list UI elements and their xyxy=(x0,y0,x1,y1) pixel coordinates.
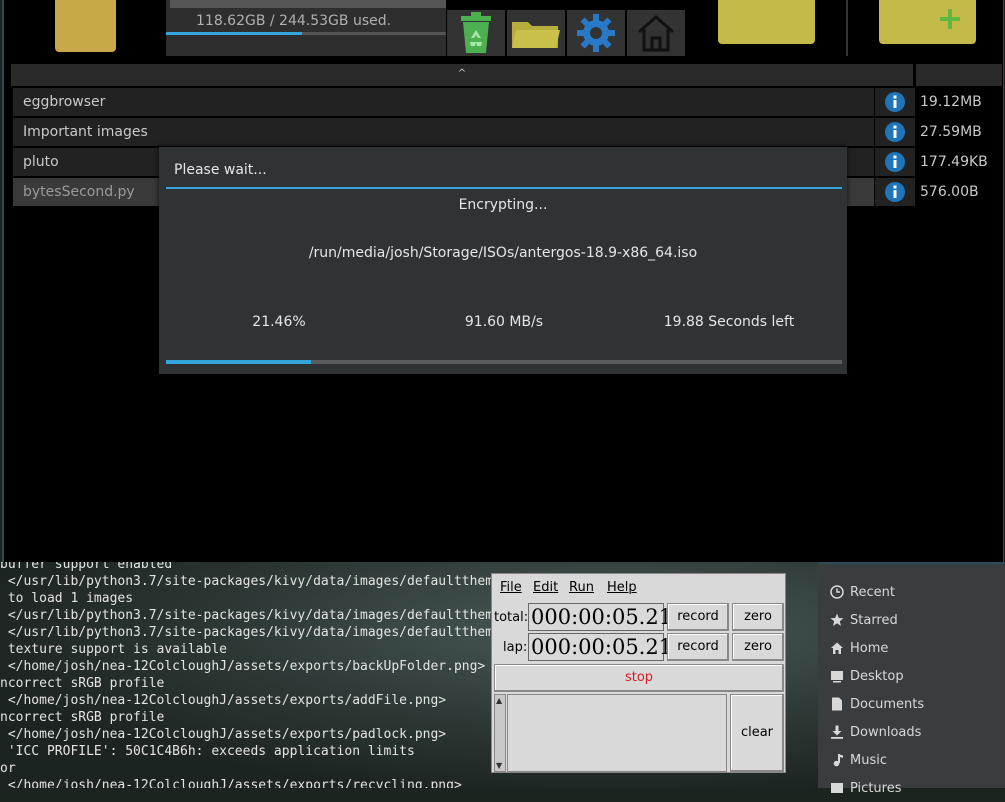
log-scrollbar[interactable]: ▲ ▼ xyxy=(494,694,506,772)
sidebar-item-label: Downloads xyxy=(850,724,922,740)
terminal-line: </usr/lib/python3.7/site-packages/kivy/d… xyxy=(0,608,501,623)
info-icon xyxy=(885,182,905,202)
star-icon xyxy=(830,613,844,626)
menu-run[interactable]: Run xyxy=(569,580,594,595)
terminal-line: </home/josh/nea-12ColcloughJ/assets/expo… xyxy=(0,659,486,674)
sidebar-item-documents[interactable]: Documents xyxy=(830,690,924,718)
sidebar-item-recent[interactable]: Recent xyxy=(830,578,895,606)
size-column-header[interactable] xyxy=(916,64,1002,86)
stopwatch-window: File Edit Run Help total: 000:00:05.213 … xyxy=(491,573,786,773)
sidebar-item-label: Home xyxy=(850,640,889,656)
file-manager-sidebar: Recent Starred Home Desktop Documents Do… xyxy=(818,562,1005,796)
info-icon xyxy=(885,122,905,142)
total-zero-button[interactable]: zero xyxy=(732,603,784,631)
terminal-line: 'ICC PROFILE': 50C1C4B6h: exceeds applic… xyxy=(0,744,415,759)
lap-label: lap: xyxy=(503,640,528,655)
desktop-icon xyxy=(831,671,843,683)
recycle-bin-icon xyxy=(461,12,491,53)
sidebar-item-starred[interactable]: Starred xyxy=(830,606,898,634)
time-remaining: 19.88 Seconds left xyxy=(663,314,795,330)
clock-icon xyxy=(830,585,844,599)
sidebar-item-downloads[interactable]: Downloads xyxy=(830,718,921,746)
terminal-line: to load 1 images xyxy=(0,591,134,606)
file-row[interactable]: Important images xyxy=(13,118,874,146)
dialog-title: Please wait... xyxy=(174,162,267,178)
file-size: 27.59MB xyxy=(920,124,982,140)
sidebar-item-label: Pictures xyxy=(850,780,902,796)
terminal-line: buffer support enabled xyxy=(0,562,173,572)
home-button[interactable] xyxy=(627,10,685,56)
menu-edit[interactable]: Edit xyxy=(533,580,558,595)
sidebar-item-label: Recent xyxy=(850,584,895,600)
sidebar-item-home[interactable]: Home xyxy=(830,634,888,662)
encryption-progress-dialog: Please wait... Encrypting... /run/media/… xyxy=(159,147,847,374)
name-column-header[interactable]: ^ xyxy=(11,64,913,86)
sidebar-item-label: Starred xyxy=(850,612,898,628)
transfer-speed: 91.60 MB/s xyxy=(464,314,544,330)
terminal-line: </usr/lib/python3.7/site-packages/kivy/d… xyxy=(0,625,501,640)
download-icon xyxy=(831,725,843,739)
dialog-status: Encrypting... xyxy=(458,197,548,213)
file-size: 19.12MB xyxy=(920,94,982,110)
sidebar-item-label: Desktop xyxy=(850,668,904,684)
info-icon xyxy=(885,92,905,112)
dialog-file-path: /run/media/josh/Storage/ISOs/antergos-18… xyxy=(308,245,698,261)
file-info-button[interactable] xyxy=(875,118,915,146)
gear-icon xyxy=(577,14,615,52)
dialog-title-separator xyxy=(166,187,842,189)
terminal-line: or xyxy=(0,761,16,776)
terminal-line: texture support is available xyxy=(0,642,227,657)
progress-bar-track xyxy=(166,360,842,364)
sidebar-item-label: Documents xyxy=(850,696,925,712)
plus-icon xyxy=(940,9,960,29)
encrypt-folder-button[interactable] xyxy=(718,0,815,44)
storage-bar-fill xyxy=(166,32,302,35)
add-file-button[interactable] xyxy=(879,0,976,44)
settings-button[interactable] xyxy=(567,10,625,56)
music-icon xyxy=(833,754,843,767)
home-icon xyxy=(638,14,674,52)
lap-time-display: 000:00:05.213 xyxy=(528,633,685,661)
storage-indicator: 118.62GB / 244.53GB used. xyxy=(166,0,446,56)
progress-bar-fill xyxy=(166,360,312,364)
file-info-button[interactable] xyxy=(875,178,915,206)
recycle-bin-button[interactable] xyxy=(447,10,505,56)
open-folder-button[interactable] xyxy=(507,10,565,56)
terminal-line: </home/josh/nea-12ColcloughJ/assets/expo… xyxy=(0,778,462,788)
stop-button[interactable]: stop xyxy=(494,664,784,692)
file-size: 576.00B xyxy=(920,184,979,200)
storage-bar-track xyxy=(166,32,446,35)
sidebar-item-desktop[interactable]: Desktop xyxy=(830,662,904,690)
back-up-folder-button[interactable] xyxy=(55,0,116,52)
sidebar-item-music[interactable]: Music xyxy=(830,746,887,774)
progress-percent: 21.46% xyxy=(252,314,306,330)
storage-used-label: 118.62GB / 244.53GB used. xyxy=(196,13,392,29)
file-row[interactable]: eggbrowser xyxy=(13,88,874,116)
file-info-button[interactable] xyxy=(875,88,915,116)
total-time-display: 000:00:05.213 xyxy=(528,603,685,631)
home-icon xyxy=(831,642,843,654)
document-icon xyxy=(832,697,842,711)
terminal-line: ncorrect sRGB profile xyxy=(0,710,165,725)
clear-button[interactable]: clear xyxy=(730,694,784,772)
terminal-line: </usr/lib/python3.7/site-packages/kivy/d… xyxy=(0,574,501,589)
lap-record-button[interactable]: record xyxy=(667,633,729,661)
terminal-line: </home/josh/nea-12ColcloughJ/assets/expo… xyxy=(0,693,447,708)
menu-file[interactable]: File xyxy=(500,580,522,595)
lap-log-textarea[interactable] xyxy=(507,694,727,772)
lap-zero-button[interactable]: zero xyxy=(732,633,784,661)
info-icon xyxy=(885,152,905,172)
total-label: total: xyxy=(494,610,529,625)
file-info-button[interactable] xyxy=(875,148,915,176)
terminal-line: ncorrect sRGB profile xyxy=(0,676,165,691)
menu-help[interactable]: Help xyxy=(607,580,637,595)
sidebar-item-pictures[interactable]: Pictures xyxy=(830,774,901,802)
picture-icon xyxy=(831,783,843,793)
file-size: 177.49KB xyxy=(920,154,988,170)
terminal-line: </home/josh/nea-12ColcloughJ/assets/expo… xyxy=(0,727,447,742)
sidebar-item-label: Music xyxy=(850,752,887,768)
sort-indicator: ^ xyxy=(457,68,467,79)
total-record-button[interactable]: record xyxy=(667,603,729,631)
folder-icon xyxy=(512,22,560,48)
